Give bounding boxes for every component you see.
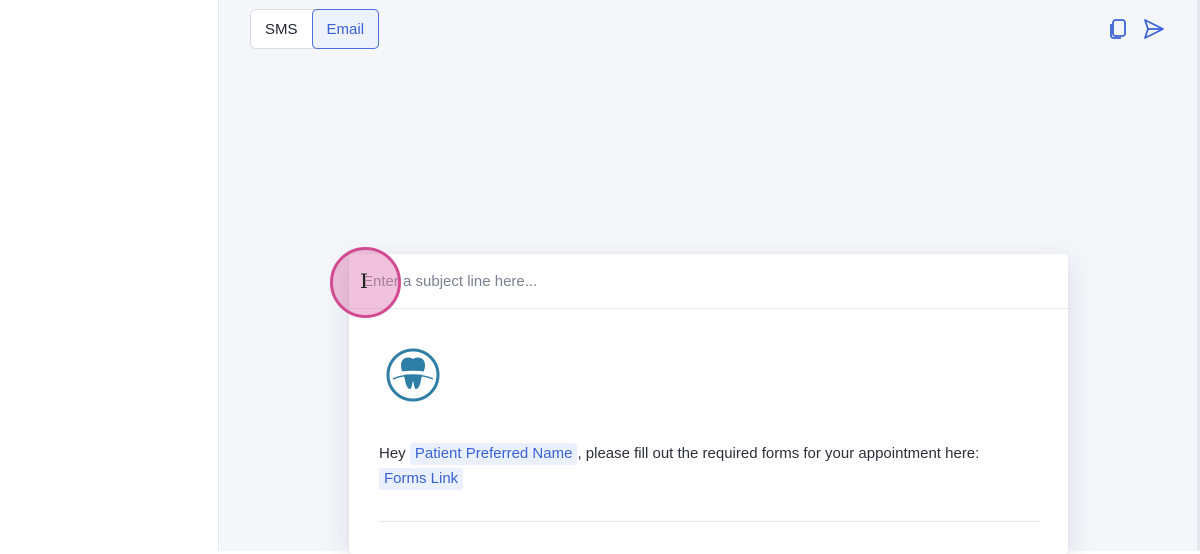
forms-link-token[interactable]: Forms Link bbox=[379, 468, 464, 490]
email-body[interactable]: Hey Patient Preferred Name, please fill … bbox=[349, 309, 1068, 522]
email-composer: Hey Patient Preferred Name, please fill … bbox=[349, 254, 1068, 554]
left-panel bbox=[0, 0, 219, 551]
copy-icon[interactable] bbox=[1107, 16, 1129, 42]
message-text: , please fill out the required forms for… bbox=[577, 445, 980, 462]
subject-row bbox=[349, 254, 1068, 309]
patient-name-token[interactable]: Patient Preferred Name bbox=[409, 443, 578, 465]
top-toolbar bbox=[1107, 16, 1165, 42]
email-message: Hey Patient Preferred Name, please fill … bbox=[379, 441, 1038, 491]
greeting-text: Hey bbox=[379, 445, 406, 462]
divider bbox=[379, 521, 1039, 522]
tooth-logo-icon bbox=[385, 347, 441, 403]
main-content: SMS Email Enter a subject line here... H… bbox=[220, 0, 1197, 554]
channel-toggle: SMS Email bbox=[250, 9, 380, 49]
sms-toggle-button[interactable]: SMS bbox=[251, 10, 312, 48]
send-icon[interactable] bbox=[1143, 16, 1165, 42]
email-toggle-button[interactable]: Email bbox=[311, 9, 380, 49]
subject-input[interactable] bbox=[363, 272, 1043, 290]
